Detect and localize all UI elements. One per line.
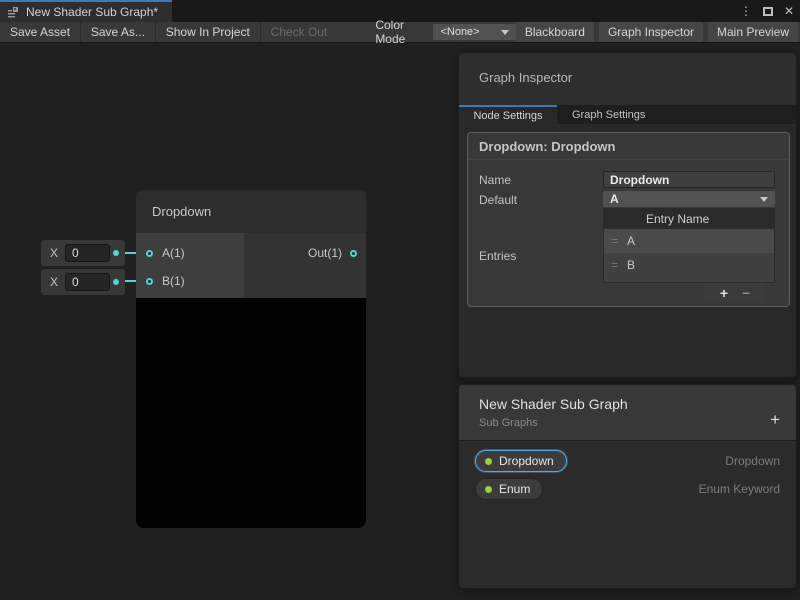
input-widget-a: X 0: [41, 240, 125, 266]
tab-node-settings[interactable]: Node Settings: [459, 105, 557, 124]
port-row-out: Out(1): [244, 240, 366, 266]
port-label-a: A(1): [162, 246, 185, 260]
section-title: Dropdown: Dropdown: [468, 133, 789, 160]
input-port-a-icon[interactable]: [146, 250, 153, 257]
color-mode-value: <None>: [440, 26, 479, 38]
entries-list-footer: + −: [705, 283, 765, 302]
connector-dot-icon: [113, 250, 119, 256]
port-row-b: B(1): [136, 268, 244, 294]
port-label-out: Out(1): [308, 246, 342, 260]
axis-label: X: [50, 275, 58, 289]
graph-canvas[interactable]: X 0 X 0 Dropdown A(1) B(1): [0, 43, 800, 600]
dropdown-settings-section: Dropdown: Dropdown Name Dropdown Default…: [467, 132, 790, 307]
property-dot-icon: [485, 458, 492, 465]
add-property-button[interactable]: +: [770, 411, 780, 428]
close-icon[interactable]: ✕: [784, 5, 794, 17]
check-out-button[interactable]: Check Out: [261, 22, 338, 42]
subgraph-asset-icon: [7, 6, 20, 19]
axis-label: X: [50, 246, 58, 260]
inspector-body: Dropdown: Dropdown Name Dropdown Default…: [459, 124, 796, 377]
save-as-button[interactable]: Save As...: [81, 22, 155, 42]
blackboard-title: New Shader Sub Graph: [479, 396, 796, 412]
tab-graph-settings[interactable]: Graph Settings: [557, 105, 660, 124]
main-preview-toggle-button[interactable]: Main Preview: [708, 22, 798, 42]
save-asset-button[interactable]: Save Asset: [0, 22, 80, 42]
port-label-b: B(1): [162, 274, 185, 288]
value-field-a[interactable]: 0: [65, 244, 110, 262]
property-name: Dropdown: [499, 454, 554, 468]
entries-list-header: Entry Name: [604, 209, 774, 229]
property-pill-enum[interactable]: Enum: [475, 478, 543, 500]
property-name: Enum: [499, 482, 530, 496]
default-label: Default: [479, 193, 517, 207]
color-mode-label: Color Mode: [368, 22, 433, 42]
blackboard-panel: New Shader Sub Graph Sub Graphs + Dropdo…: [458, 384, 797, 589]
blackboard-subtitle: Sub Graphs: [479, 417, 796, 429]
name-input[interactable]: Dropdown: [603, 171, 775, 188]
blackboard-toggle-button[interactable]: Blackboard: [516, 22, 594, 42]
property-dot-icon: [485, 486, 492, 493]
shader-graph-window: New Shader Sub Graph* ⋮ ✕ Save Asset Sav…: [0, 0, 800, 600]
entry-row-a[interactable]: = A: [604, 229, 774, 253]
property-type: Enum Keyword: [699, 482, 780, 496]
input-widget-b: X 0: [41, 269, 125, 295]
property-type: Dropdown: [725, 454, 780, 468]
graph-inspector-toggle-button[interactable]: Graph Inspector: [599, 22, 703, 42]
graph-inspector-panel: Graph Inspector Node Settings Graph Sett…: [458, 52, 797, 378]
dropdown-node[interactable]: Dropdown A(1) B(1) Out(1): [136, 190, 366, 528]
entry-name: B: [627, 258, 635, 272]
entry-row-b[interactable]: = B: [604, 253, 774, 277]
remove-entry-button[interactable]: −: [742, 286, 750, 300]
output-port-icon[interactable]: [350, 250, 357, 257]
input-ports: A(1) B(1): [136, 233, 244, 298]
inspector-tabs: Node Settings Graph Settings: [459, 105, 796, 124]
toolbar-right-group: Blackboard Graph Inspector Main Preview: [516, 22, 798, 42]
graph-inspector-header[interactable]: Graph Inspector: [459, 53, 796, 105]
entries-label: Entries: [479, 249, 516, 263]
toolbar: Save Asset Save As... Show In Project Ch…: [0, 22, 800, 43]
chevron-down-icon: [760, 197, 768, 202]
color-mode-dropdown[interactable]: <None>: [433, 24, 515, 40]
default-value: A: [610, 192, 619, 206]
blackboard-row-dropdown: Dropdown Dropdown: [459, 448, 796, 474]
chevron-down-icon: [501, 30, 509, 35]
entries-list: Entry Name = A = B: [603, 208, 775, 283]
document-tab-title: New Shader Sub Graph*: [26, 5, 158, 19]
blackboard-header[interactable]: New Shader Sub Graph Sub Graphs +: [459, 385, 796, 441]
blackboard-row-enum: Enum Enum Keyword: [459, 476, 796, 502]
document-tab[interactable]: New Shader Sub Graph*: [0, 0, 172, 22]
property-pill-dropdown[interactable]: Dropdown: [475, 450, 567, 472]
port-row-a: A(1): [136, 240, 244, 266]
entry-name: A: [627, 234, 635, 248]
show-in-project-button[interactable]: Show In Project: [156, 22, 260, 42]
output-ports: Out(1): [244, 233, 366, 298]
node-title[interactable]: Dropdown: [136, 190, 366, 233]
node-preview: [136, 298, 366, 528]
drag-handle-icon[interactable]: =: [611, 234, 627, 248]
default-dropdown[interactable]: A: [603, 191, 775, 207]
add-entry-button[interactable]: +: [720, 286, 728, 300]
input-port-b-icon[interactable]: [146, 278, 153, 285]
window-menu-icon[interactable]: ⋮: [740, 5, 752, 17]
value-field-b[interactable]: 0: [65, 273, 110, 291]
connector-dot-icon: [113, 279, 119, 285]
maximize-icon[interactable]: [763, 7, 773, 16]
node-port-area: A(1) B(1) Out(1): [136, 233, 366, 298]
name-label: Name: [479, 173, 511, 187]
drag-handle-icon[interactable]: =: [611, 258, 627, 272]
window-controls: ⋮ ✕: [740, 0, 794, 22]
